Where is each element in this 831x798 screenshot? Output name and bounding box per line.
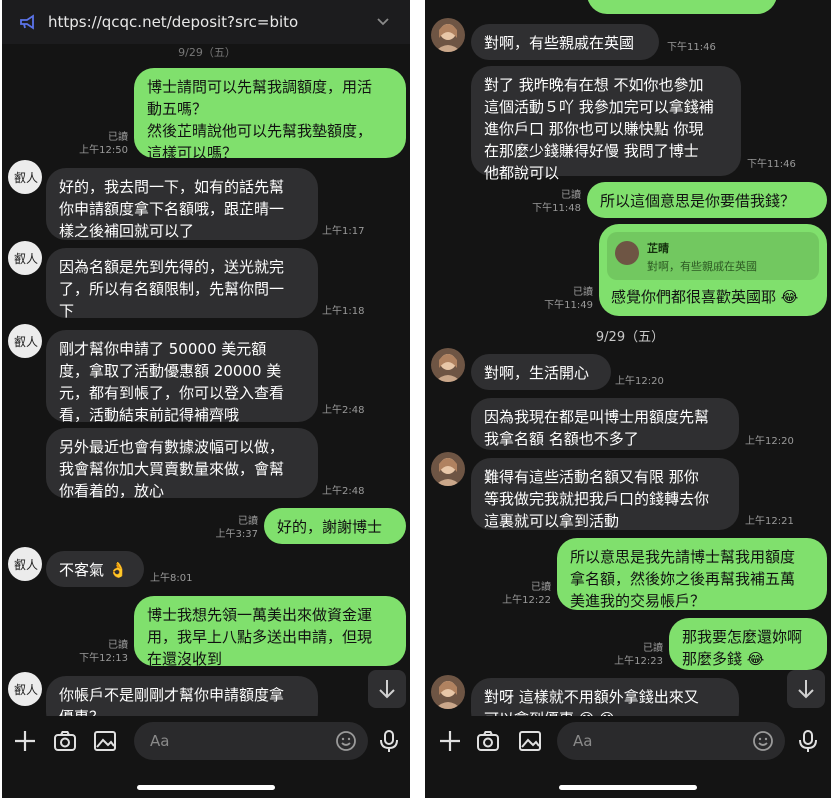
- scroll-to-bottom-button[interactable]: [368, 670, 406, 708]
- message-time: 上午1:18: [322, 306, 365, 317]
- message-time: 上午8:01: [150, 573, 193, 584]
- outgoing-message[interactable]: 博士請問可以先幫我調額度，用活 動五嗎？ 然後芷晴說他可以先幫我墊額度， 這樣可…: [134, 68, 406, 162]
- input-placeholder: Aa: [150, 732, 170, 750]
- left-chat-screen: https://qcqc.net/deposit?src=bito 9/29（五…: [2, 0, 410, 798]
- read-receipt: 已讀: [531, 582, 551, 593]
- message-time: 下午11:49: [544, 300, 593, 311]
- quote-text: 對啊，有些親戚在英國: [647, 260, 757, 273]
- seal-avatar-image: 叡人: [14, 682, 38, 697]
- message-time: 上午12:22: [502, 595, 551, 606]
- seal-avatar-image: 叡人: [14, 557, 38, 572]
- svg-text:叡人: 叡人: [14, 170, 38, 185]
- incoming-message[interactable]: 好的，我去問一下，如有的話先幫 你申請額度拿下名額哦，跟芷晴一 樣之後補回就可以…: [46, 168, 318, 240]
- message-time: 下午11:48: [532, 203, 581, 214]
- incoming-message[interactable]: 因為名額是先到先得的，送光就完 了，所以有名額限制，先幫你問一 下: [46, 248, 318, 320]
- svg-text:叡人: 叡人: [14, 251, 38, 266]
- message-time: 上午12:20: [615, 376, 664, 387]
- message-time: 上午12:50: [79, 145, 128, 156]
- incoming-message[interactable]: 對啊，生活開心: [471, 354, 611, 390]
- plus-icon[interactable]: [12, 728, 38, 754]
- woman-avatar-image: [435, 354, 461, 382]
- svg-text:叡人: 叡人: [14, 334, 38, 349]
- input-placeholder: Aa: [573, 732, 593, 750]
- outgoing-message[interactable]: 博士我想先領一萬美出來做資金運 用，我早上八點多送出申請，但現 在還沒收到: [134, 596, 406, 668]
- image-icon[interactable]: [517, 728, 543, 754]
- outgoing-message[interactable]: 那我要怎麼還妳啊 那麼多錢 😂: [669, 618, 827, 670]
- woman-avatar-image: [435, 681, 461, 709]
- message-input-bar: Aa: [425, 716, 831, 766]
- incoming-message[interactable]: 剛才幫你申請了 50000 美元額 度，拿取了活動優惠額 20000 美 元，都…: [46, 330, 318, 424]
- date-divider: 9/29（五）: [178, 46, 236, 59]
- message-time: 上午12:21: [745, 516, 794, 527]
- avatar[interactable]: 叡人: [8, 241, 42, 275]
- camera-icon[interactable]: [475, 728, 501, 754]
- incoming-message[interactable]: 不客氣 👌: [46, 551, 144, 587]
- message-time: 上午2:48: [322, 486, 365, 497]
- chevron-down-icon[interactable]: [376, 15, 390, 29]
- message-time: 上午2:48: [322, 405, 365, 416]
- scroll-to-bottom-button[interactable]: [787, 670, 825, 708]
- avatar[interactable]: 叡人: [8, 160, 42, 194]
- image-icon[interactable]: [92, 728, 118, 754]
- date-divider: 9/29（五）: [595, 330, 665, 345]
- avatar[interactable]: [431, 452, 465, 486]
- arrow-down-icon: [379, 680, 395, 699]
- message-time: 下午12:13: [79, 653, 128, 664]
- seal-avatar-image: 叡人: [14, 334, 38, 349]
- read-receipt: 已讀: [643, 643, 663, 654]
- emoji-icon[interactable]: [751, 729, 775, 753]
- message-time: 下午11:46: [747, 159, 796, 170]
- reply-text: 感覺你們都很喜歡英國耶 😂: [611, 288, 799, 306]
- read-receipt: 已讀: [108, 132, 128, 143]
- message-time: 上午3:37: [215, 529, 258, 540]
- woman-avatar-image: [435, 24, 461, 52]
- right-chat-screen: 對啊，有些親戚在英國 下午11:46 對了 我昨晚有在想 不如你也參加 這個活動…: [425, 0, 831, 798]
- seal-avatar-image: 叡人: [14, 251, 38, 266]
- incoming-message[interactable]: 難得有這些活動名額又有限 那你 等我做完我就把我戶口的錢轉去你 這裏就可以拿到活…: [471, 458, 739, 530]
- message-time: 上午12:20: [745, 436, 794, 447]
- svg-text:叡人: 叡人: [14, 682, 38, 697]
- emoji-icon[interactable]: [334, 729, 358, 753]
- avatar[interactable]: [431, 18, 465, 52]
- megaphone-icon: [20, 14, 34, 30]
- avatar[interactable]: 叡人: [8, 324, 42, 358]
- plus-icon[interactable]: [437, 728, 463, 754]
- read-receipt: 已讀: [561, 190, 581, 201]
- mic-icon[interactable]: [795, 728, 821, 754]
- message-input[interactable]: Aa: [134, 722, 368, 760]
- avatar[interactable]: 叡人: [8, 547, 42, 581]
- message-time: 下午11:46: [667, 42, 716, 53]
- avatar[interactable]: 叡人: [8, 672, 42, 706]
- woman-avatar-image: [435, 458, 461, 486]
- incoming-message[interactable]: 對了 我昨晚有在想 不如你也參加 這個活動５吖 我參加完可以拿錢補 進你戶口 那…: [471, 66, 741, 182]
- mic-icon[interactable]: [376, 728, 402, 754]
- home-indicator: [137, 785, 275, 790]
- avatar[interactable]: [431, 675, 465, 709]
- incoming-message[interactable]: 因為我現在都是叫博士用額度先幫 我拿名額 名額也不多了: [471, 398, 739, 450]
- outgoing-reply-message[interactable]: 芷晴 對啊，有些親戚在英國 感覺你們都很喜歡英國耶 😂: [599, 224, 827, 316]
- message-time: 上午1:17: [322, 226, 365, 237]
- svg-text:叡人: 叡人: [14, 557, 38, 572]
- incoming-message[interactable]: 對啊，有些親戚在英國: [471, 24, 659, 60]
- quoted-message[interactable]: 芷晴 對啊，有些親戚在英國: [607, 232, 819, 280]
- arrow-down-icon: [798, 680, 814, 699]
- read-receipt: 已讀: [573, 287, 593, 298]
- avatar[interactable]: [431, 348, 465, 382]
- message-input-bar: Aa: [2, 716, 410, 766]
- read-receipt: 已讀: [238, 516, 258, 527]
- outgoing-message[interactable]: 好的，謝謝博士: [264, 508, 406, 544]
- message-input[interactable]: Aa: [557, 722, 785, 760]
- home-indicator: [559, 785, 697, 790]
- url-text[interactable]: https://qcqc.net/deposit?src=bito: [48, 13, 298, 31]
- quote-avatar: [615, 241, 639, 265]
- message-time: 上午12:23: [614, 656, 663, 667]
- outgoing-message-partial[interactable]: [587, 0, 777, 14]
- link-preview-bar[interactable]: https://qcqc.net/deposit?src=bito: [2, 0, 410, 44]
- outgoing-message[interactable]: 所以意思是我先請博士幫我用額度 拿名額，然後妳之後再幫我補五萬 美進我的交易帳戶…: [557, 538, 827, 610]
- camera-icon[interactable]: [52, 728, 78, 754]
- seal-avatar-image: 叡人: [14, 170, 38, 185]
- incoming-message[interactable]: 另外最近也會有數據波幅可以做， 我會幫你加大買賣數量來做，會幫 你看着的，放心: [46, 428, 318, 500]
- outgoing-message[interactable]: 所以這個意思是你要借我錢？: [587, 182, 827, 218]
- read-receipt: 已讀: [108, 640, 128, 651]
